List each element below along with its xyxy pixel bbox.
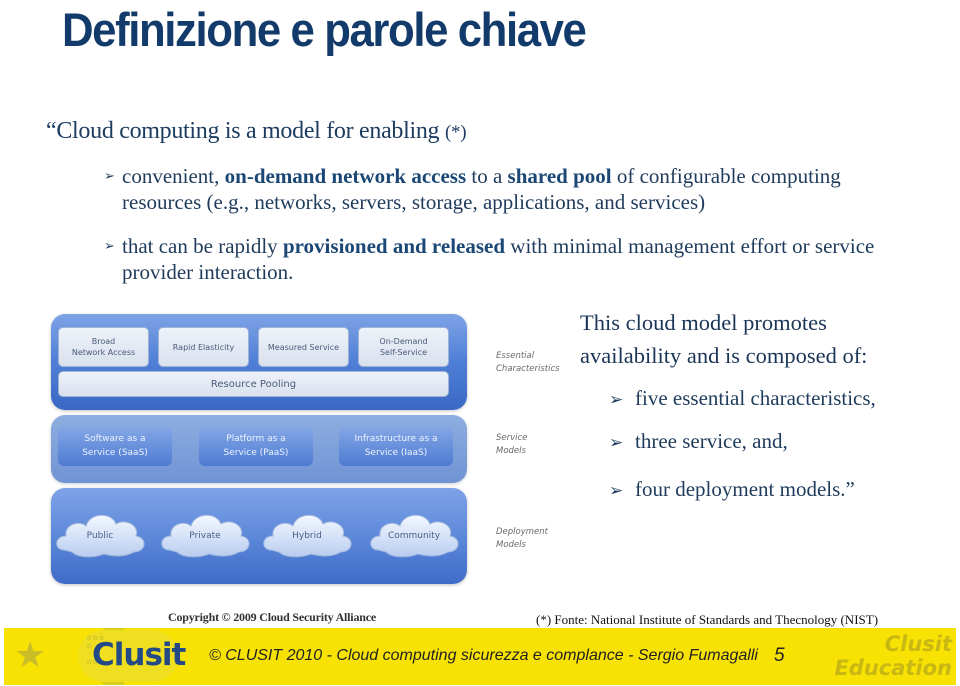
ess-item: Measured Service (258, 327, 349, 367)
arrow-bullet-icon: ➢ (609, 390, 624, 409)
text-run: convenient, (122, 164, 225, 188)
text-run: that can be rapidly (122, 234, 283, 258)
summary-bullet-text: three service, and, (635, 429, 788, 453)
deployment-models-panel: Public Private Hybrid Community (51, 488, 467, 584)
resource-pooling-box: Resource Pooling (58, 371, 449, 397)
cloud-label: Public (86, 531, 114, 541)
summary-bullet: ➢ five essential characteristics, (609, 386, 876, 411)
service-item: Infrastructure as a Service (IaaS) (339, 426, 453, 466)
summary-bullet: ➢ three service, and, (609, 429, 788, 454)
summary-line-2: availability and is composed of: (580, 343, 868, 368)
footer-text: © CLUSIT 2010 - Cloud computing sicurezz… (209, 647, 758, 664)
cloud-model-diagram: Broad Network Access Rapid Elasticity Me… (44, 298, 584, 598)
clusit-education-brand: Clusit Education (834, 632, 952, 680)
emphasis-text: on-demand network access (224, 164, 467, 188)
page-number: 5 (774, 645, 785, 666)
essential-characteristics-panel: Broad Network Access Rapid Elasticity Me… (51, 314, 467, 410)
ess-item: On-Demand Self-Service (358, 327, 449, 367)
summary-bullet-text: four deployment models.” (635, 477, 855, 501)
bullet-item: ➢ that can be rapidly provisioned and re… (104, 233, 924, 285)
bullet-text: convenient, on-demand network access to … (122, 163, 924, 215)
arrow-bullet-icon: ➢ (609, 481, 624, 500)
footnote-ref: (*) (444, 122, 467, 143)
quote-intro-text: “Cloud computing is a model for enabling (46, 118, 445, 144)
cloud-item: Community (368, 508, 460, 560)
service-item: Software as a Service (SaaS) (58, 426, 172, 466)
logo-text: Clusit (92, 637, 186, 673)
ess-item: Rapid Elasticity (158, 327, 249, 367)
cloud-label: Hybrid (292, 531, 322, 541)
service-item: Platform as a Service (PaaS) (199, 426, 313, 466)
diagram-copyright: Copyright © 2009 Cloud Security Alliance (168, 610, 376, 624)
cloud-item: Public (54, 508, 146, 560)
quote-intro: “Cloud computing is a model for enabling… (46, 118, 467, 145)
clusit-logo: ☆☆☆ ☆ ☆☆☆ Clusit (78, 630, 186, 682)
emphasis-text: shared pool (507, 164, 612, 188)
footer-bar: ★ ☆☆☆ ☆ ☆☆☆ Clusit © CLUSIT 2010 - Cloud… (4, 628, 956, 685)
summary-bullet-text: five essential characteristics, (635, 386, 876, 410)
slide-title: Definizione e parole chiave (62, 3, 587, 56)
arrow-bullet-icon: ➢ (609, 433, 624, 452)
cloud-label: Community (387, 531, 441, 541)
arrow-bullet-icon: ➢ (104, 238, 115, 253)
service-models-panel: Software as a Service (SaaS) Platform as… (51, 415, 467, 483)
cloud-item: Hybrid (261, 508, 353, 560)
essential-label: Essential Characteristics (496, 351, 560, 374)
bullet-text: that can be rapidly provisioned and rele… (122, 233, 924, 285)
bullet-item: ➢ convenient, on-demand network access t… (104, 163, 924, 215)
source-footnote: (*) Fonte: National Institute of Standar… (536, 612, 879, 627)
cloud-item: Private (159, 508, 251, 560)
summary-text: This cloud model promotes availability a… (580, 306, 867, 372)
arrow-bullet-icon: ➢ (104, 168, 115, 183)
star-icon: ★ (14, 635, 47, 675)
emphasis-text: provisioned and released (282, 234, 506, 258)
ess-item: Broad Network Access (58, 327, 149, 367)
summary-line-1: This cloud model promotes (580, 310, 827, 335)
deployment-label: Deployment Models (496, 527, 548, 550)
cloud-label: Private (189, 531, 221, 541)
service-label: Service Models (496, 433, 528, 456)
text-run: to a (466, 164, 508, 188)
summary-bullet: ➢ four deployment models.” (609, 477, 855, 502)
